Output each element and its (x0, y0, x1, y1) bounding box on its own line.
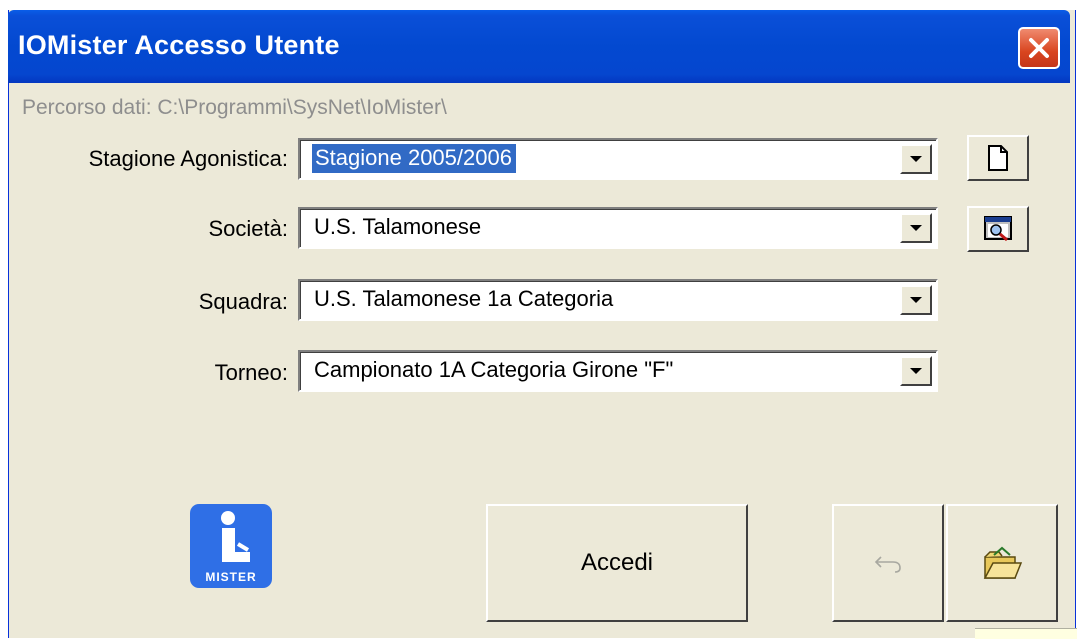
society-value: U.S. Talamonese (314, 214, 482, 239)
search-society-button[interactable] (967, 206, 1029, 252)
undo-icon (874, 556, 901, 573)
login-button-label: Accedi (580, 549, 654, 576)
window-title: IOMister Accesso Utente (18, 30, 340, 60)
iomister-logo: MISTER (190, 504, 272, 588)
chevron-down-icon (910, 368, 922, 374)
tooltip (975, 628, 1077, 639)
chevron-down-icon (910, 297, 922, 303)
close-icon (1029, 38, 1049, 58)
search-society-icon (984, 216, 1012, 242)
new-season-button[interactable] (967, 135, 1029, 181)
login-button[interactable]: Accedi (486, 504, 748, 622)
undo-button[interactable] (832, 504, 944, 622)
season-label: Stagione Agonistica: (88, 146, 288, 171)
season-dropdown-button[interactable] (900, 144, 932, 174)
open-folder-button[interactable] (946, 504, 1058, 622)
season-value: Stagione 2005/2006 (311, 143, 517, 174)
team-combobox[interactable]: U.S. Talamonese 1a Categoria (298, 279, 938, 321)
team-value: U.S. Talamonese 1a Categoria (314, 286, 614, 311)
society-combobox[interactable]: U.S. Talamonese (298, 207, 938, 249)
title-bar[interactable]: IOMister Accesso Utente (8, 10, 1070, 83)
team-dropdown-button[interactable] (900, 285, 932, 315)
society-label: Società: (208, 216, 289, 241)
season-combobox[interactable]: Stagione 2005/2006 (298, 138, 938, 180)
team-label: Squadra: (198, 289, 288, 314)
society-dropdown-button[interactable] (900, 213, 932, 243)
chevron-down-icon (910, 156, 922, 162)
tournament-combobox[interactable]: Campionato 1A Categoria Girone "F" (298, 350, 938, 392)
new-document-icon (988, 145, 1008, 171)
chevron-down-icon (910, 225, 922, 231)
close-button[interactable] (1018, 27, 1060, 69)
logo-text: MISTER (205, 570, 257, 584)
tournament-value: Campionato 1A Categoria Girone "F" (314, 357, 674, 382)
data-path-label: Percorso dati: C:\Programmi\SysNet\IoMis… (22, 96, 447, 119)
tournament-label: Torneo: (214, 360, 288, 385)
open-folder-icon (983, 546, 1023, 579)
tournament-dropdown-button[interactable] (900, 356, 932, 386)
